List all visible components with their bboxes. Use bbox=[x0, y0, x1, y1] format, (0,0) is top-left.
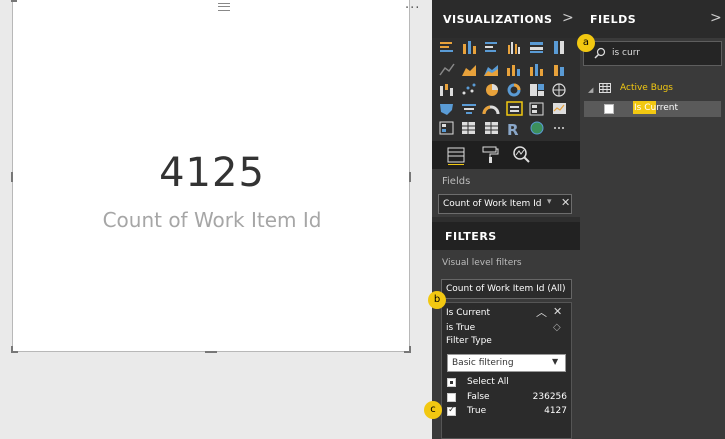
filter-state: is True bbox=[446, 323, 476, 333]
chevron-down-icon[interactable]: ▾ bbox=[547, 197, 552, 207]
close-icon[interactable]: ✕ bbox=[561, 196, 570, 209]
resize-handle-br2[interactable] bbox=[404, 351, 411, 353]
treemap-icon[interactable] bbox=[530, 84, 544, 96]
filters-title: FILTERS bbox=[445, 230, 497, 243]
drag-grip-icon[interactable] bbox=[218, 3, 230, 11]
pane-tabs bbox=[432, 141, 580, 169]
checkbox-unchecked[interactable] bbox=[447, 393, 456, 402]
filter-field-name: Is Current bbox=[446, 308, 491, 318]
clustered-column-icon[interactable] bbox=[508, 42, 520, 54]
ribbon-chart-icon[interactable] bbox=[554, 65, 564, 76]
filter-type-value: Basic filtering bbox=[452, 358, 514, 368]
marker-b: b bbox=[428, 291, 446, 309]
option-count: 4127 bbox=[544, 406, 567, 416]
svg-text:R: R bbox=[507, 121, 519, 138]
resize-handle-ml[interactable] bbox=[11, 172, 13, 182]
more-visuals-icon[interactable] bbox=[554, 127, 564, 129]
analytics-icon[interactable] bbox=[512, 145, 532, 165]
collapse-filter-icon[interactable]: ︿ bbox=[536, 304, 547, 320]
resize-handle-bm[interactable] bbox=[205, 351, 217, 353]
option-true[interactable]: ✓ True 4127 bbox=[447, 405, 567, 420]
resize-handle-mr[interactable] bbox=[409, 172, 411, 182]
stacked-bar-icon[interactable] bbox=[440, 42, 453, 52]
fields-pane: FIELDS > is curr ◢ Active Bugs Is Curren… bbox=[580, 0, 725, 439]
dropdown-arrow-icon: ▼ bbox=[552, 357, 559, 366]
100-stacked-bar-icon[interactable] bbox=[530, 42, 543, 53]
close-icon[interactable]: ✕ bbox=[553, 305, 562, 318]
resize-handle-bl2[interactable] bbox=[11, 351, 18, 353]
filter-card-count-label: Count of Work Item Id (All) bbox=[446, 284, 566, 294]
visualizations-pane: VISUALIZATIONS > R Fields Count of Work … bbox=[432, 0, 580, 439]
kpi-icon[interactable] bbox=[553, 103, 566, 114]
waterfall-icon[interactable] bbox=[440, 84, 453, 96]
option-count: 236256 bbox=[532, 392, 567, 402]
multi-row-card-icon[interactable] bbox=[529, 102, 544, 116]
scatter-icon[interactable] bbox=[462, 83, 476, 95]
option-label: False bbox=[467, 392, 490, 402]
expand-collapse-icon[interactable]: ◢ bbox=[588, 86, 593, 94]
matrix-icon[interactable] bbox=[485, 122, 498, 134]
table-name[interactable]: Active Bugs bbox=[620, 83, 673, 93]
fields-tab-icon[interactable] bbox=[446, 145, 466, 165]
filter-card-is-current[interactable]: Is Current ︿ ✕ is True ◇ Filter Type Bas… bbox=[441, 302, 572, 439]
clustered-bar-icon[interactable] bbox=[485, 42, 497, 52]
option-false[interactable]: False 236256 bbox=[447, 392, 567, 406]
marker-a: a bbox=[577, 34, 595, 52]
search-value: is curr bbox=[612, 48, 640, 58]
format-paint-roller-icon[interactable] bbox=[480, 145, 500, 165]
stacked-column-icon[interactable] bbox=[463, 41, 476, 54]
line-column-icon[interactable] bbox=[507, 65, 520, 76]
filled-map-icon[interactable] bbox=[440, 104, 453, 115]
visual-gallery: R bbox=[439, 41, 566, 138]
line-stacked-column-icon[interactable] bbox=[530, 64, 543, 76]
field-checkbox[interactable] bbox=[604, 104, 614, 114]
option-label: True bbox=[467, 406, 487, 416]
r-script-icon[interactable]: R bbox=[507, 121, 519, 138]
card-label: Count of Work Item Id bbox=[102, 208, 322, 232]
filter-card-count[interactable]: Count of Work Item Id (All) bbox=[441, 279, 572, 299]
gauge-icon[interactable] bbox=[482, 105, 500, 115]
slicer-icon[interactable] bbox=[439, 121, 454, 135]
area-chart-icon[interactable] bbox=[462, 65, 476, 76]
value-well-field[interactable]: Count of Work Item Id ▾ ✕ bbox=[438, 194, 572, 214]
donut-chart-icon[interactable] bbox=[507, 83, 521, 97]
line-chart-icon[interactable] bbox=[439, 63, 455, 76]
search-icon bbox=[594, 47, 606, 59]
fields-section-label: Fields bbox=[442, 176, 471, 187]
card-visual-icon[interactable] bbox=[506, 101, 523, 116]
card-visual[interactable]: ... 4125 Count of Work Item Id bbox=[12, 0, 419, 352]
filter-type-label: Filter Type bbox=[446, 336, 492, 346]
100-stacked-column-icon[interactable] bbox=[554, 41, 564, 54]
stacked-area-icon[interactable] bbox=[484, 65, 498, 76]
map-icon[interactable] bbox=[552, 83, 566, 97]
field-name: Is Current bbox=[634, 103, 679, 113]
resize-handle-tl[interactable] bbox=[11, 0, 17, 2]
more-options-icon[interactable]: ... bbox=[405, 0, 420, 12]
globe-icon[interactable] bbox=[530, 121, 544, 135]
fields-title: FIELDS bbox=[590, 13, 637, 26]
visualizations-title: VISUALIZATIONS bbox=[443, 13, 553, 26]
filter-type-select[interactable]: Basic filtering ▼ bbox=[447, 354, 566, 372]
well-field-name: Count of Work Item Id bbox=[443, 199, 542, 209]
clear-filter-icon[interactable]: ◇ bbox=[553, 322, 561, 333]
collapse-fields-icon[interactable]: > bbox=[710, 10, 722, 26]
option-label: Select All bbox=[467, 377, 509, 387]
checkbox-partial[interactable] bbox=[447, 378, 456, 387]
collapse-visualizations-icon[interactable]: > bbox=[562, 10, 574, 26]
option-select-all[interactable]: Select All bbox=[447, 377, 567, 391]
card-value: 4125 bbox=[159, 150, 265, 196]
fields-search-input[interactable]: is curr bbox=[583, 41, 722, 66]
table-icon bbox=[599, 83, 611, 93]
checkbox-checked[interactable]: ✓ bbox=[447, 405, 456, 416]
table-visual-icon[interactable] bbox=[462, 122, 475, 134]
marker-c: c bbox=[424, 401, 442, 419]
visual-level-filters-label: Visual level filters bbox=[442, 258, 522, 268]
pie-chart-icon[interactable] bbox=[486, 84, 498, 96]
funnel-icon[interactable] bbox=[462, 104, 476, 114]
